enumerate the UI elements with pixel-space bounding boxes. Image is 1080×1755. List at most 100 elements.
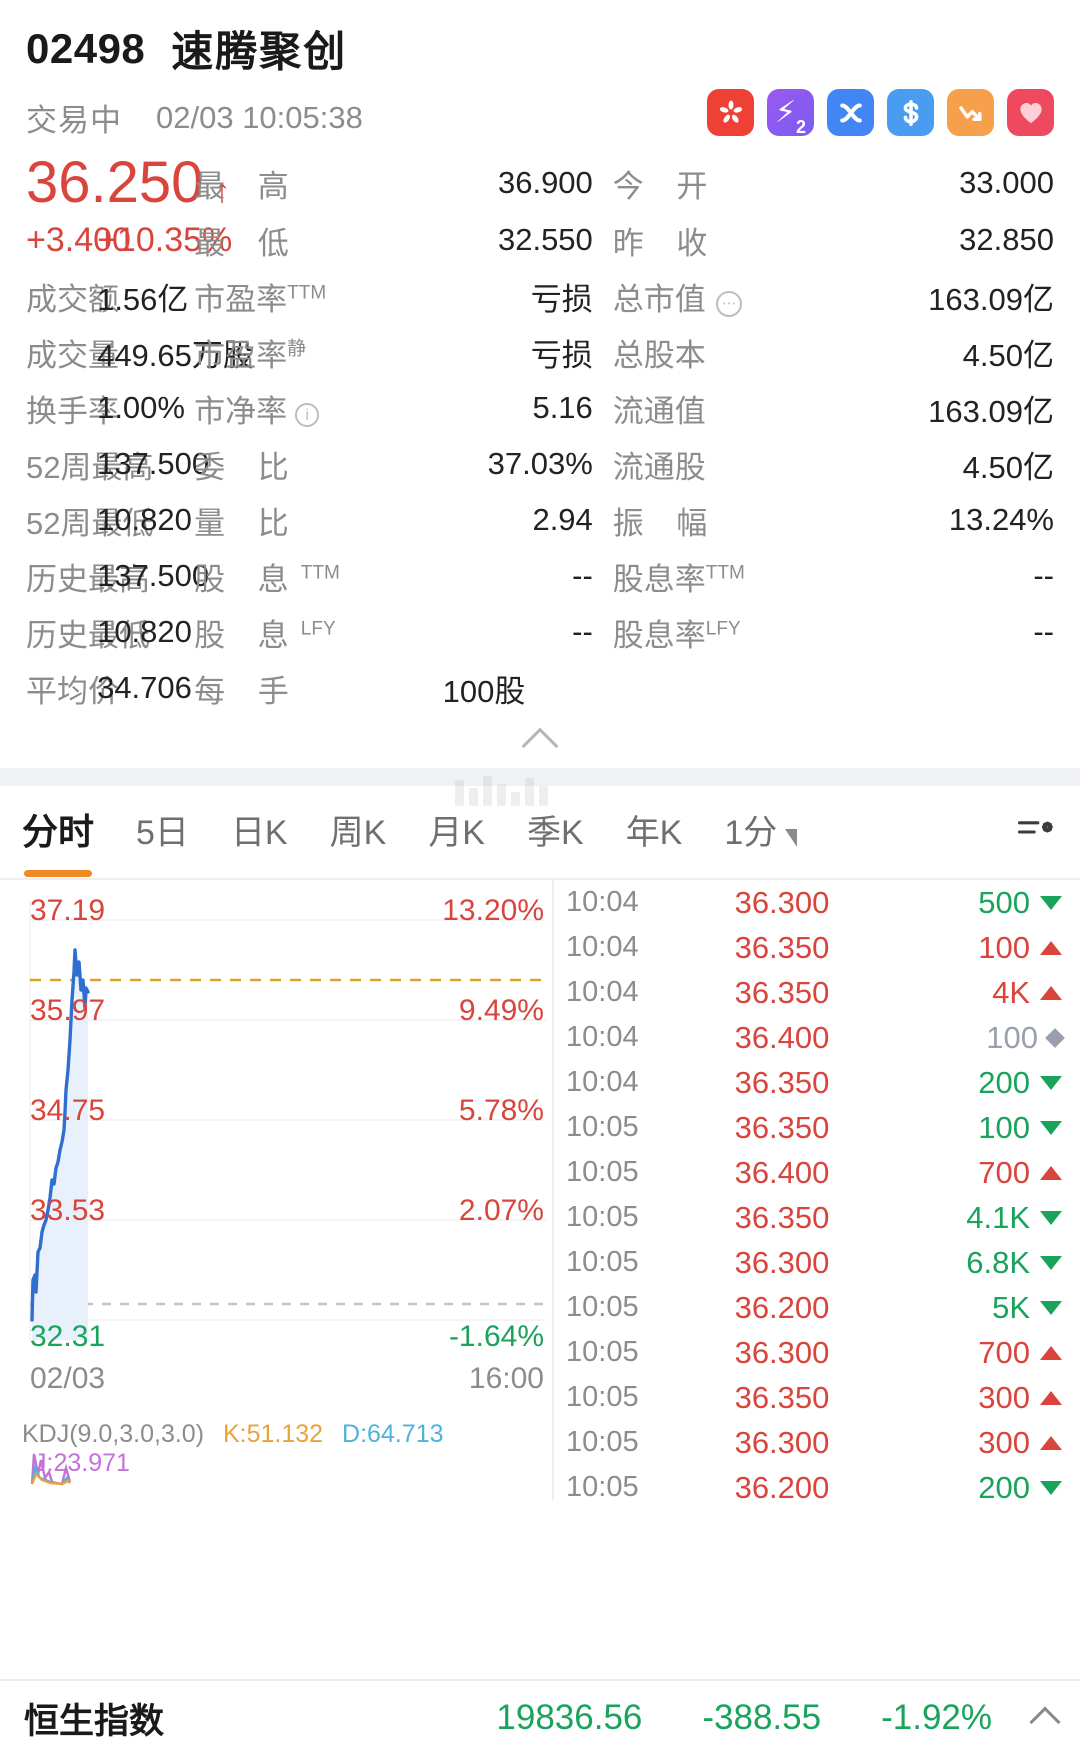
trade-tape[interactable]: 10:04 36.300 500 10:04 36.350 100 10:04 … (552, 880, 1080, 1505)
hk-flag-icon[interactable] (707, 89, 754, 136)
tape-row[interactable]: 10:04 36.350 100 (554, 925, 1080, 970)
info-icon[interactable]: i (295, 402, 320, 427)
tab-yearly-k[interactable]: 年K (626, 805, 683, 860)
tape-price: 36.350 (734, 1064, 830, 1100)
axis-label-y-2-pct: 9.49% (458, 994, 544, 1027)
last-price: 36.250 (26, 150, 204, 215)
heart-icon[interactable] (1007, 89, 1054, 136)
tape-volume: 200 (912, 1470, 1062, 1506)
tape-volume: 100 (912, 1020, 1065, 1056)
tape-row[interactable]: 10:05 36.300 300 (554, 1420, 1080, 1465)
kdj-k-value: K:51.132 (222, 1420, 324, 1448)
stat-value-lotsize: 100股 (442, 673, 526, 709)
tape-time: 10:04 (566, 1066, 639, 1098)
chevron-down-icon (785, 829, 798, 847)
tape-row[interactable]: 10:04 36.350 200 (554, 1060, 1080, 1105)
table-row: 52周最高 137.500 委 比 37.03% 流通股 4.50亿 (0, 436, 1080, 492)
tape-price: 36.350 (734, 1379, 830, 1415)
axis-label-y-top-pct: 13.20% (442, 894, 544, 927)
tape-time: 10:05 (566, 1336, 639, 1368)
shuffle-icon[interactable] (827, 89, 874, 136)
interval-selector[interactable]: 1分 (724, 805, 798, 860)
tape-time: 10:04 (566, 931, 639, 963)
tab-5day[interactable]: 5日 (136, 805, 189, 860)
lightning-2-icon[interactable]: ⚡ 2 (767, 89, 814, 136)
arrow-up-icon (1040, 985, 1062, 1000)
watermark (455, 772, 655, 806)
stat-value-prevclose: 32.850 (959, 222, 1054, 257)
downtrend-icon[interactable] (947, 89, 994, 136)
tape-time: 10:05 (566, 1111, 639, 1143)
arrow-down-icon (1040, 1300, 1062, 1315)
tape-time: 10:05 (566, 1471, 639, 1503)
tape-time: 10:05 (566, 1291, 639, 1323)
tab-quarterly-k[interactable]: 季K (527, 805, 584, 860)
tape-row[interactable]: 10:05 36.200 200 (554, 1465, 1080, 1510)
tape-volume: 4K (912, 975, 1062, 1011)
axis-label-y-2-price: 35.97 (30, 994, 106, 1027)
tape-row[interactable]: 10:04 36.400 100 (554, 1015, 1080, 1060)
tape-volume: 300 (912, 1380, 1062, 1416)
tape-time: 10:05 (566, 1246, 639, 1278)
stat-label-volratio: 量 比 (194, 505, 301, 541)
tape-row[interactable]: 10:04 36.300 500 (554, 880, 1080, 925)
tape-row[interactable]: 10:05 36.300 6.8K (554, 1240, 1080, 1285)
axis-label-x-end: 16:00 (468, 1362, 544, 1395)
stat-label-dividendyield-ttm: 股息率TTM (612, 561, 745, 597)
stock-code: 02498 (26, 24, 146, 72)
table-row: 历史最高 137.500 股 息TTM -- 股息率TTM -- (0, 548, 1080, 604)
arrow-down-icon (1040, 1210, 1062, 1225)
stat-label-avgprice: 平均价 (26, 673, 119, 709)
tape-row[interactable]: 10:05 36.200 5K (554, 1285, 1080, 1330)
tape-price: 36.400 (734, 1154, 830, 1190)
stat-value-marketcap: 163.09亿 (928, 281, 1054, 317)
stat-label-volume: 成交量 (26, 337, 119, 373)
tape-row[interactable]: 10:05 36.350 100 (554, 1105, 1080, 1150)
tape-price: 36.300 (734, 1244, 830, 1280)
axis-label-y-bottom-price: 32.31 (30, 1320, 106, 1353)
arrow-down-icon (1040, 895, 1062, 910)
arrow-up-icon (1040, 1435, 1062, 1450)
collapse-stats-button[interactable] (0, 716, 1080, 768)
arrow-down-icon (1040, 1120, 1062, 1135)
tab-monthly-k[interactable]: 月K (428, 805, 485, 860)
tape-price: 36.300 (734, 1334, 830, 1370)
stats-table: 36.250 ↑ 最 高 36.900 今 开 33.000 +3.400 +10… (0, 154, 1080, 716)
tape-volume: 5K (912, 1290, 1062, 1326)
tape-time: 10:04 (566, 976, 639, 1008)
tab-daily-k[interactable]: 日K (231, 805, 288, 860)
stat-value-pe-ttm: 亏损 (530, 281, 593, 317)
tape-row[interactable]: 10:05 36.400 700 (554, 1150, 1080, 1195)
chart-settings-icon[interactable] (1014, 810, 1058, 854)
stat-value-pe-static: 亏损 (530, 337, 593, 373)
dollar-icon[interactable] (887, 89, 934, 136)
stat-label-marketcap[interactable]: 总市值 ⋯ (613, 268, 874, 324)
index-bar[interactable]: 恒生指数 19836.56 -388.55 -1.92% (0, 1679, 1080, 1755)
dots-icon[interactable]: ⋯ (715, 290, 742, 317)
stat-value-floatcap: 163.09亿 (928, 393, 1054, 429)
tape-volume: 700 (912, 1335, 1062, 1371)
tape-time: 10:04 (566, 886, 639, 918)
chevron-up-icon[interactable] (1029, 1706, 1061, 1738)
tape-row[interactable]: 10:05 36.300 700 (554, 1330, 1080, 1375)
index-change-pct: -1.92% (881, 1698, 992, 1737)
tape-row[interactable]: 10:05 36.350 4.1K (554, 1195, 1080, 1240)
interval-label: 1分 (724, 813, 778, 852)
kdj-d-value: D:64.713 (342, 1420, 444, 1448)
stat-label-alltimelow: 历史最低 (26, 617, 150, 653)
tab-weekly-k[interactable]: 周K (330, 805, 387, 860)
stat-label-dividendyield-lfy: 股息率LFY (612, 617, 741, 653)
table-row: 成交量 449.65万股 市盈率静 亏损 总股本 4.50亿 (0, 324, 1080, 380)
tab-timeshare[interactable]: 分时 (22, 803, 94, 877)
axis-label-y-4-price: 33.53 (30, 1194, 106, 1227)
tape-row[interactable]: 10:05 36.350 300 (554, 1375, 1080, 1420)
stat-label-pb[interactable]: 市净率 i (194, 380, 418, 436)
tape-volume: 6.8K (912, 1245, 1062, 1281)
tape-volume: 500 (912, 885, 1062, 921)
stat-value-orderratio: 37.03% (487, 446, 593, 481)
tape-volume: 100 (912, 1110, 1062, 1146)
stat-value-high: 36.900 (497, 165, 593, 200)
tape-row[interactable]: 10:04 36.350 4K (554, 970, 1080, 1015)
timeshare-chart[interactable]: 37.19 13.20% 35.97 9.49% 34.75 5.78% 33.… (0, 880, 552, 1500)
change-row: +3.400 +10.35% 最 低 32.550 昨 收 32.850 (0, 212, 1080, 268)
